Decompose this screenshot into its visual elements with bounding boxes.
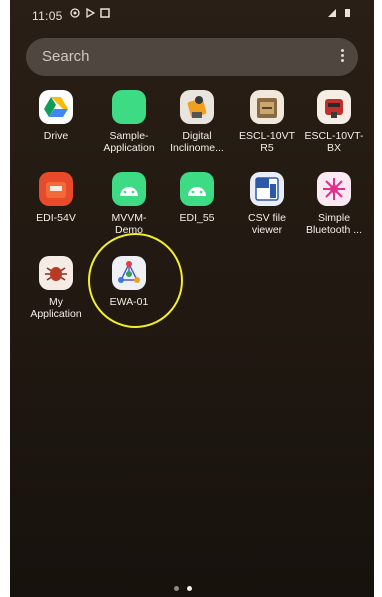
app-label: My Application (30, 296, 82, 320)
status-bar: 11:05 (10, 0, 374, 30)
app-label: EDI-54V (36, 212, 76, 224)
battery-icon (345, 9, 350, 17)
app-label: Sample- Application (103, 130, 155, 154)
status-time: 11:05 (32, 9, 63, 23)
page-dot[interactable] (174, 586, 179, 591)
key-holder-icon (250, 90, 284, 124)
drive-icon (39, 90, 73, 124)
more-options-icon[interactable] (340, 47, 344, 65)
app-escl-10vt-bx[interactable]: ESCL-10VT- BX (299, 90, 369, 154)
app-edi-55[interactable]: EDI_55 (162, 172, 232, 224)
app-label: Digital Inclinome... (170, 130, 224, 154)
at-icon (70, 8, 80, 18)
app-my-application[interactable]: My Application (21, 256, 91, 320)
app-sample-application[interactable]: Sample- Application (94, 90, 164, 154)
bluetooth-star-icon (317, 172, 351, 206)
image-icon (100, 8, 110, 18)
app-label: Drive (43, 130, 69, 142)
page-indicator[interactable] (174, 586, 192, 591)
app-label: ESCL-10VT- BX (304, 130, 364, 154)
search-placeholder: Search (42, 48, 90, 65)
app-simple-bluetooth[interactable]: Simple Bluetooth ... (299, 172, 369, 236)
android-icon (180, 172, 214, 206)
app-digital-inclinometer[interactable]: Digital Inclinome... (162, 90, 232, 154)
home-screen: 11:05 Search Drive Sample- Application D… (10, 0, 374, 597)
app-placeholder-icon (112, 90, 146, 124)
app-csv-file-viewer[interactable]: CSV file viewer (232, 172, 302, 236)
app-mvvm-demo[interactable]: MVVM- Demo (94, 172, 164, 236)
app-edi-54v[interactable]: EDI-54V (21, 172, 91, 224)
page-dot-active[interactable] (187, 586, 192, 591)
edi-icon (39, 172, 73, 206)
lock-box-icon (317, 90, 351, 124)
inclinometer-icon (180, 90, 214, 124)
status-system-icons (327, 8, 352, 18)
app-escl-10vt-r5[interactable]: ESCL-10VT R5 (232, 90, 302, 154)
app-label: EDI_55 (179, 212, 215, 224)
search-bar[interactable]: Search (26, 38, 358, 76)
highlight-circle (88, 233, 183, 328)
app-label: Simple Bluetooth ... (305, 212, 363, 236)
app-label: ESCL-10VT R5 (238, 130, 296, 154)
play-icon (86, 8, 95, 18)
csv-file-icon (250, 172, 284, 206)
app-label: CSV file viewer (248, 212, 286, 236)
signal-icon (328, 9, 336, 17)
app-drive[interactable]: Drive (21, 90, 91, 142)
status-notification-icons (70, 8, 110, 18)
bug-icon (39, 256, 73, 290)
android-icon (112, 172, 146, 206)
